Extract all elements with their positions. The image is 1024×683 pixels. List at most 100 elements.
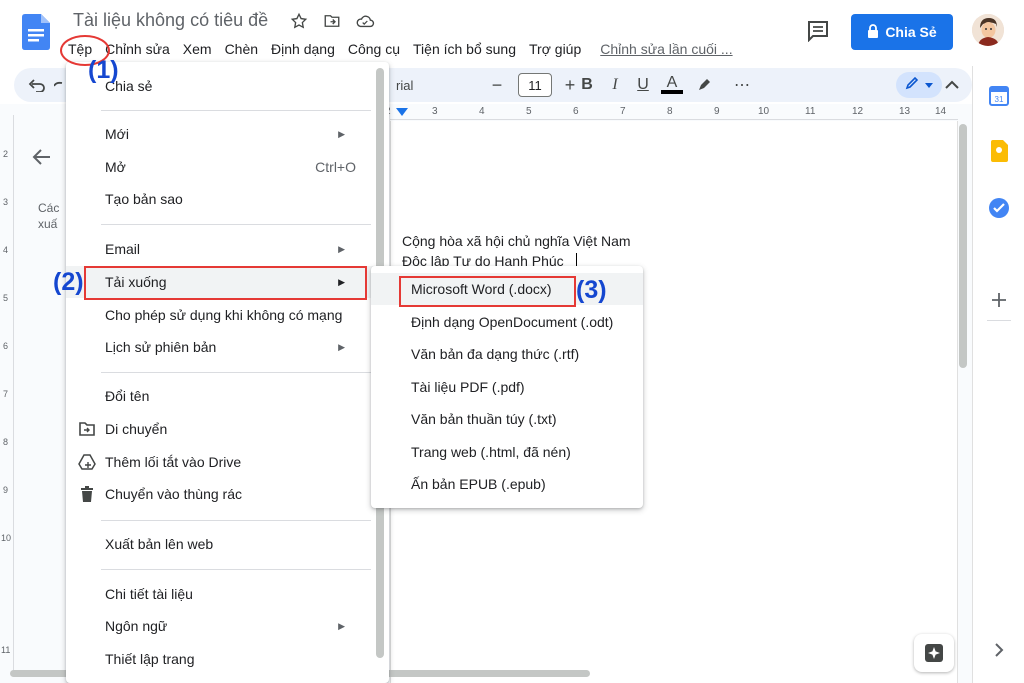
vertical-scrollbar[interactable] xyxy=(958,120,968,680)
h-ruler-tick: 8 xyxy=(667,106,673,117)
avatar[interactable] xyxy=(972,14,1004,46)
share-button[interactable]: Chia Sẻ xyxy=(851,14,953,50)
v-ruler-tick: 11 xyxy=(1,645,11,655)
submenu-item-label: Định dạng OpenDocument (.odt) xyxy=(411,314,614,330)
menu-item-label: Đổi tên xyxy=(105,388,150,404)
star-icon[interactable] xyxy=(289,11,309,31)
menu-item-trash[interactable]: Chuyển vào thùng rác xyxy=(66,478,377,510)
menu-addons[interactable]: Tiện ích bổ sung xyxy=(409,40,520,58)
document-title[interactable]: Tài liệu không có tiêu đề xyxy=(73,10,268,31)
font-size-input[interactable]: 11 xyxy=(518,73,552,97)
docs-logo-icon[interactable] xyxy=(22,14,50,50)
submenu-item-odt[interactable]: Định dạng OpenDocument (.odt) xyxy=(371,306,643,338)
menu-help[interactable]: Trợ giúp xyxy=(525,40,585,58)
bold-icon[interactable]: B xyxy=(577,74,597,96)
annotation-label-step3: (3) xyxy=(576,276,607,304)
v-ruler-tick: 3 xyxy=(3,197,9,207)
comment-icon[interactable] xyxy=(806,20,832,44)
collapse-menus-icon[interactable] xyxy=(942,74,962,96)
menu-item-label: Mở xyxy=(105,159,126,175)
menu-tools[interactable]: Công cụ xyxy=(344,40,404,58)
v-ruler-tick: 7 xyxy=(3,389,9,399)
menu-item-shortcut: Ctrl+O xyxy=(315,159,356,175)
annotation-box-step3 xyxy=(399,276,576,307)
menu-item-page-setup[interactable]: Thiết lập trang xyxy=(66,643,377,675)
menu-item-make-copy[interactable]: Tạo bản sao xyxy=(66,183,377,215)
back-arrow-icon[interactable] xyxy=(32,148,52,172)
menu-item-open[interactable]: Mở Ctrl+O xyxy=(66,151,377,183)
menu-item-new[interactable]: Mới ▶ xyxy=(66,118,377,150)
decrease-font-size-button[interactable]: − xyxy=(487,74,507,96)
submenu-item-label: Văn bản đa dạng thức (.rtf) xyxy=(411,346,580,362)
menu-item-label: Thêm lối tắt vào Drive xyxy=(105,454,242,470)
menu-format[interactable]: Định dạng xyxy=(267,40,339,58)
tasks-icon[interactable] xyxy=(987,196,1011,220)
menu-item-publish[interactable]: Xuất bản lên web xyxy=(66,528,377,560)
editing-mode-button[interactable] xyxy=(896,72,942,98)
h-ruler-tick: 9 xyxy=(714,106,720,117)
menu-item-details[interactable]: Chi tiết tài liệu xyxy=(66,578,377,610)
menu-item-add-shortcut[interactable]: Thêm lối tắt vào Drive xyxy=(66,446,377,478)
outline-text: xuấ xyxy=(38,217,58,231)
underline-icon[interactable]: U xyxy=(633,74,653,96)
svg-text:31: 31 xyxy=(995,95,1004,104)
submenu-arrow-icon: ▶ xyxy=(338,243,345,254)
menu-divider xyxy=(101,520,371,521)
outline-text: Các xyxy=(38,201,60,215)
keep-icon[interactable] xyxy=(987,139,1011,163)
menu-divider xyxy=(101,372,371,373)
title-actions xyxy=(289,11,375,31)
menu-view[interactable]: Xem xyxy=(179,40,216,58)
cloud-status-icon[interactable] xyxy=(355,11,375,31)
submenu-item-txt[interactable]: Văn bản thuần túy (.txt) xyxy=(371,403,643,435)
submenu-item-epub[interactable]: Ấn bản EPUB (.epub) xyxy=(371,468,643,500)
submenu-item-pdf[interactable]: Tài liệu PDF (.pdf) xyxy=(371,371,643,403)
submenu-item-label: Trang web (.html, đã nén) xyxy=(411,444,571,460)
menu-insert[interactable]: Chèn xyxy=(221,40,262,58)
indent-marker[interactable] xyxy=(396,108,408,116)
calendar-icon[interactable]: 31 xyxy=(987,84,1011,108)
submenu-item-label: Ấn bản EPUB (.epub) xyxy=(411,476,546,492)
undo-icon[interactable] xyxy=(26,74,48,96)
last-edit-link[interactable]: Chỉnh sửa lần cuối ... xyxy=(596,40,736,58)
menu-item-label: Cho phép sử dụng khi không có mạng xyxy=(105,307,343,323)
horizontal-ruler: 2 3 4 5 6 7 8 9 10 11 12 13 14 xyxy=(385,104,958,120)
menu-item-label: Ngôn ngữ xyxy=(105,618,168,634)
annotation-label-step1: (1) xyxy=(88,56,119,84)
h-ruler-tick: 7 xyxy=(620,106,626,117)
explore-icon[interactable] xyxy=(914,634,954,672)
h-ruler-tick: 11 xyxy=(805,106,816,117)
add-addon-icon[interactable] xyxy=(987,288,1011,312)
menu-item-rename[interactable]: Đổi tên xyxy=(66,380,377,412)
submenu-item-rtf[interactable]: Văn bản đa dạng thức (.rtf) xyxy=(371,338,643,370)
italic-icon[interactable]: I xyxy=(605,74,625,96)
menu-item-label: Thiết lập trang xyxy=(105,651,195,667)
vertical-ruler: 1 2 3 4 5 6 7 8 9 10 11 xyxy=(0,115,14,675)
menu-item-version-history[interactable]: Lịch sử phiên bản ▶ xyxy=(66,331,377,363)
v-ruler-tick: 4 xyxy=(3,245,9,255)
expand-panel-icon[interactable] xyxy=(987,638,1011,662)
submenu-item-html[interactable]: Trang web (.html, đã nén) xyxy=(371,436,643,468)
folder-move-icon xyxy=(78,420,96,438)
text-color-icon[interactable]: A xyxy=(661,74,683,96)
menu-item-offline[interactable]: Cho phép sử dụng khi không có mạng xyxy=(66,299,377,331)
menu-item-label: Chuyển vào thùng rác xyxy=(105,486,242,502)
side-panel-divider xyxy=(987,320,1011,321)
menu-item-language[interactable]: Ngôn ngữ ▶ xyxy=(66,610,377,642)
menu-item-label: Lịch sử phiên bản xyxy=(105,339,217,355)
h-ruler-tick: 13 xyxy=(899,106,911,117)
document-line: Cộng hòa xã hội chủ nghĩa Việt Nam xyxy=(402,233,631,249)
menu-item-email[interactable]: Email ▶ xyxy=(66,233,377,265)
menu-item-label: Chi tiết tài liệu xyxy=(105,586,193,602)
folder-move-icon[interactable] xyxy=(322,11,342,31)
menu-item-move[interactable]: Di chuyển xyxy=(66,413,377,445)
drive-shortcut-icon xyxy=(78,453,96,471)
menu-item-label: Di chuyển xyxy=(105,421,168,437)
redo-icon[interactable] xyxy=(54,74,66,96)
highlight-icon[interactable] xyxy=(694,74,714,96)
more-options-icon[interactable]: ⋯ xyxy=(730,74,754,96)
side-panel: 31 xyxy=(972,66,1024,683)
font-family-select[interactable]: rial xyxy=(396,78,413,93)
menu-divider xyxy=(101,110,371,111)
h-ruler-tick: 12 xyxy=(852,106,864,117)
